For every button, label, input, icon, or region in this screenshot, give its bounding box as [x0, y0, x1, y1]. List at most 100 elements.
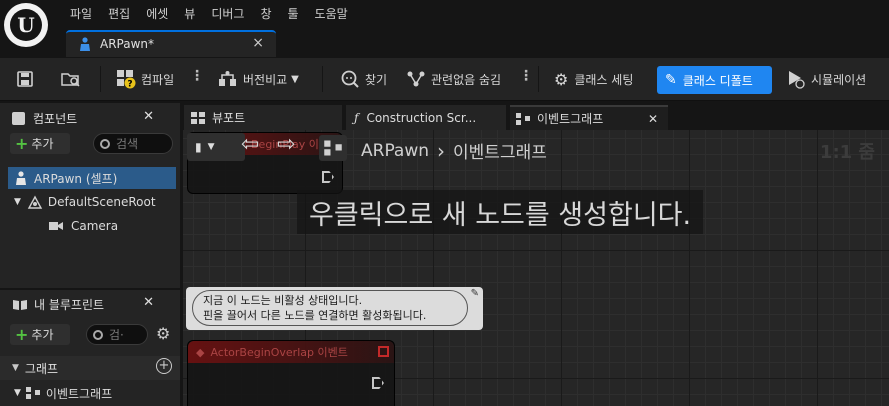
tooltip-line-1: 지금 이 노드는 비활성 상태입니다. [203, 294, 363, 307]
viewport-icon [191, 111, 205, 124]
components-title: 컴포넌트 [33, 111, 78, 126]
add-label: 추가 [31, 328, 54, 342]
close-icon[interactable]: ✕ [143, 295, 154, 310]
menu-debug[interactable]: 디버그 [203, 4, 252, 24]
search-icon [93, 329, 103, 340]
unreal-logo[interactable]: U [4, 3, 48, 47]
menu-file[interactable]: 파일 [62, 4, 100, 24]
my-blueprint-panel: 내 블루프린트 ✕ + 추가 검· ⚙ ▼ 그래프 + ▼ 이벤트그래프 [0, 290, 180, 406]
blueprint-toolbar: ? 컴파일 ⋮ 버전비교 ▼ 찾기 관련없음 숨김 ⋮ ⚙ 클래스 세팅 ✎ 클… [0, 58, 889, 101]
main-menu: 파일 편집 에셋 뷰 디버그 창 툴 도움말 [62, 4, 356, 24]
close-icon[interactable]: ✕ [143, 109, 154, 124]
compile-button[interactable]: ? 컴파일 [116, 65, 174, 93]
event-graph-icon [25, 387, 40, 399]
add-blueprint-item-button[interactable]: + 추가 [10, 324, 70, 345]
tooltip-line-2: 핀을 끌어서 다른 노드를 연결하면 활성화됩니다. [203, 309, 427, 322]
menu-edit[interactable]: 편집 [100, 4, 138, 24]
component-search-input[interactable]: 검색 [93, 133, 173, 154]
breadcrumb-separator: › [437, 138, 446, 163]
compile-warning-icon: ? [117, 70, 136, 89]
menu-tools[interactable]: 툴 [280, 4, 307, 24]
hide-unrelated-options-icon[interactable]: ⋮ [519, 68, 533, 84]
breadcrumb-current: 이벤트그래프 [453, 143, 547, 163]
components-panel: 컴포넌트 ✕ + 추가 검색 ARPawn (셀프) ▼ DefaultScen… [0, 103, 180, 288]
back-arrow-icon[interactable]: ⇦ [241, 132, 259, 157]
browse-button[interactable] [60, 65, 82, 93]
close-icon[interactable]: ✕ [648, 112, 658, 126]
search-placeholder: 검· [109, 328, 124, 342]
tab-viewport[interactable]: 뷰포트 [184, 105, 342, 130]
title-menu-bar: U 파일 편집 에셋 뷰 디버그 창 툴 도움말 ARPawn* × [0, 0, 889, 57]
expand-arrow-icon: ▼ [14, 197, 21, 207]
tab-label: Construction Scr... [366, 110, 477, 125]
bookmark-button[interactable]: ▮ ▼ [187, 133, 245, 161]
class-settings-button[interactable]: ⚙ 클래스 세팅 [554, 65, 633, 93]
graph-overview-button[interactable] [319, 135, 347, 161]
add-component-button[interactable]: + 추가 [10, 133, 70, 154]
book-icon [13, 299, 27, 310]
exec-output-pin[interactable] [372, 377, 384, 389]
document-tab-label: ARPawn* [100, 37, 155, 51]
graph-tab-strip: 뷰포트 ƒ Construction Scr... 이벤트그래프 ✕ [180, 103, 889, 130]
menu-window[interactable]: 창 [252, 4, 279, 24]
graph-hint: 우클릭으로 새 노드를 생성합니다. [297, 190, 704, 234]
my-blueprint-tab[interactable]: 내 블루프린트 ✕ [4, 292, 164, 316]
exec-output-pin[interactable] [322, 171, 334, 183]
close-icon[interactable]: × [252, 35, 264, 51]
tree-item-default-scene-root[interactable]: ▼ DefaultSceneRoot [14, 191, 182, 213]
class-defaults-button[interactable]: ✎ 클래스 디폴트 [657, 66, 772, 94]
document-tab-arpawn[interactable]: ARPawn* × [66, 30, 276, 57]
chevron-down-icon: ▼ [291, 73, 299, 85]
add-graph-icon[interactable]: + [156, 358, 172, 374]
class-defaults-label: 클래스 디폴트 [682, 73, 753, 88]
delegate-pin-icon[interactable] [378, 346, 389, 357]
diff-icon [219, 71, 236, 86]
plus-icon: + [15, 325, 29, 344]
tab-label: 이벤트그래프 [537, 112, 604, 126]
simulation-label: 시뮬레이션 [811, 72, 867, 87]
folder-search-icon [61, 73, 80, 87]
tree-item-label: ARPawn (셀프) [34, 171, 118, 186]
node-title: ActorBeginOverlap 이벤트 [210, 346, 348, 359]
tab-construction-script[interactable]: ƒ Construction Scr... [346, 105, 506, 130]
event-graph-canvas[interactable]: Event BeginPlay 이벤트 ▮ ▼ ⇦ ⇨ ARPawn › 이벤트… [183, 130, 889, 406]
menu-asset[interactable]: 에셋 [138, 4, 176, 24]
diff-button[interactable]: 버전비교 ▼ [218, 65, 299, 93]
toolbar-divider [538, 66, 539, 92]
bookmark-icon: ▮ [195, 140, 202, 154]
compile-label: 컴파일 [141, 72, 175, 87]
hide-unrelated-label: 관련없음 숨김 [431, 72, 502, 87]
tree-item-label: DefaultSceneRoot [47, 195, 156, 209]
breadcrumb-root[interactable]: ARPawn [361, 141, 429, 161]
pawn-icon [80, 37, 90, 51]
toolbar-divider [322, 66, 323, 92]
graph-item-label: 이벤트그래프 [45, 386, 113, 401]
forward-arrow-icon[interactable]: ⇨ [277, 132, 295, 157]
gear-icon[interactable]: ⚙ [156, 324, 170, 343]
pin-icon[interactable]: ✎ [471, 288, 479, 299]
components-tab[interactable]: 컴포넌트 ✕ [4, 106, 164, 130]
components-icon [12, 111, 25, 125]
event-graph-icon [516, 112, 530, 125]
menu-help[interactable]: 도움말 [307, 4, 356, 24]
toolbar-divider [100, 66, 101, 92]
compile-options-icon[interactable]: ⋮ [190, 68, 204, 84]
pawn-icon [16, 171, 26, 185]
graphs-section-header[interactable]: ▼ 그래프 + [0, 356, 180, 380]
menu-view[interactable]: 뷰 [176, 4, 203, 24]
diff-label: 버전비교 [243, 72, 288, 87]
gear-icon: ⚙ [554, 69, 569, 89]
node-header: ◆ ActorBeginOverlap 이벤트 [188, 341, 394, 363]
graph-item-event-graph[interactable]: ▼ 이벤트그래프 [14, 382, 182, 404]
expand-arrow-icon: ▼ [12, 363, 19, 373]
find-button[interactable]: 찾기 [340, 65, 387, 93]
tab-event-graph[interactable]: 이벤트그래프 ✕ [510, 105, 668, 130]
add-label: 추가 [31, 137, 54, 151]
blueprint-search-input[interactable]: 검· [86, 324, 148, 345]
save-button[interactable] [16, 65, 34, 93]
simulation-button[interactable]: 시뮬레이션 [786, 65, 866, 93]
hide-unrelated-button[interactable]: 관련없음 숨김 [406, 65, 501, 93]
node-actor-begin-overlap[interactable]: ◆ ActorBeginOverlap 이벤트 [187, 340, 395, 406]
tree-item-arpawn-self[interactable]: ARPawn (셀프) [8, 167, 176, 189]
scene-root-icon [27, 195, 43, 209]
